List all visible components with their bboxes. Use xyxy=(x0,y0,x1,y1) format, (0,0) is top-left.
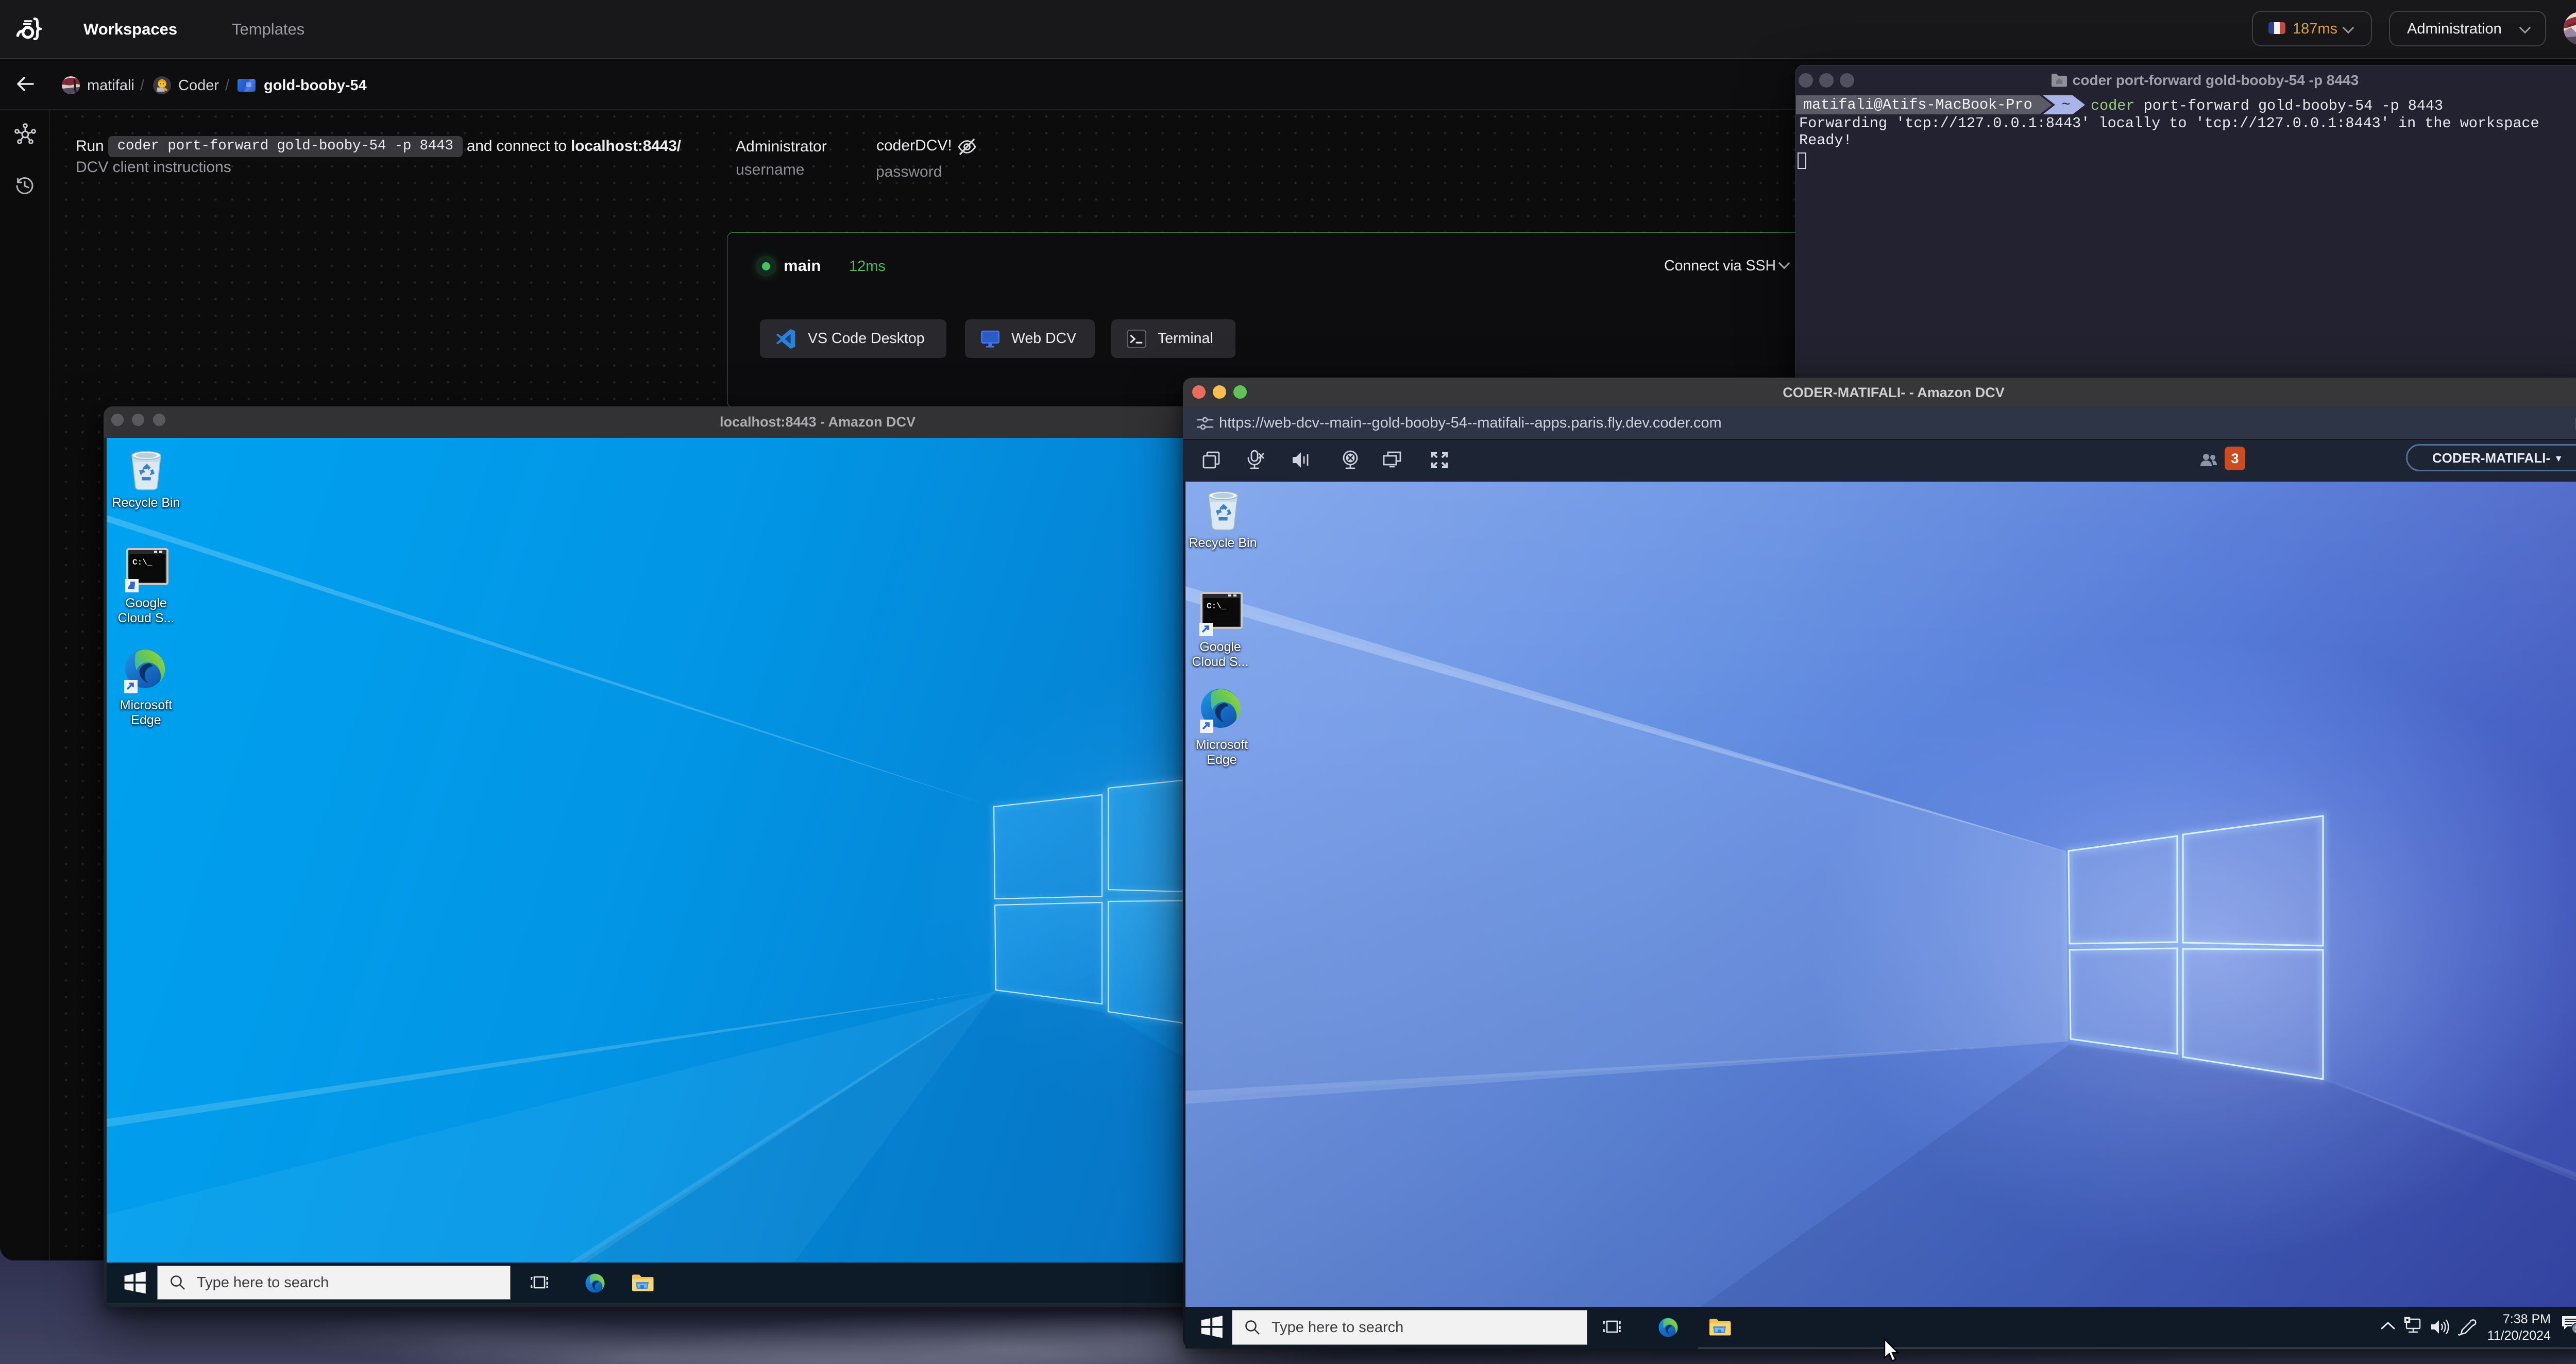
svg-text:C:\_: C:\_ xyxy=(132,558,152,567)
svg-text:C:\_: C:\_ xyxy=(1207,602,1227,611)
